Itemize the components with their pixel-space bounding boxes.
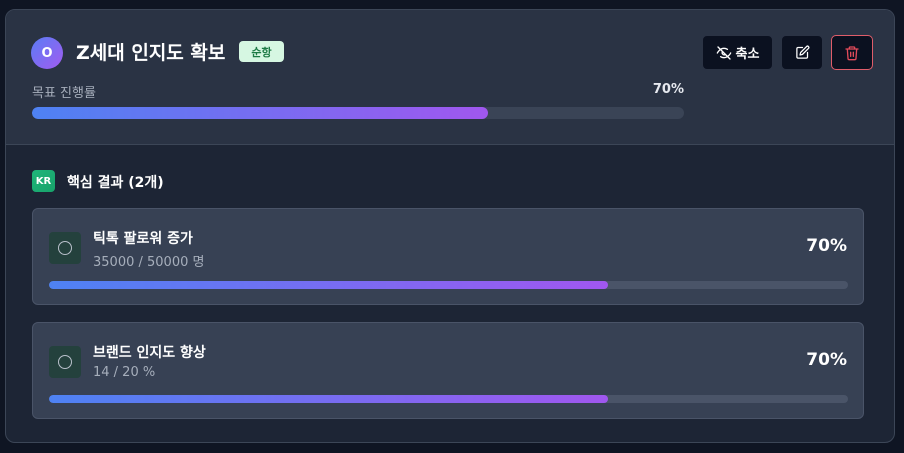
progress-label: 목표 진행률: [32, 86, 96, 101]
key-result-percent: 70%: [806, 350, 847, 370]
progress-percent: 70%: [652, 82, 684, 97]
key-results-heading: 핵심 결과 (2개): [67, 175, 164, 191]
edit-icon: [795, 45, 810, 60]
objective-progress-bar: [32, 107, 684, 119]
eye-off-icon: [716, 45, 732, 61]
circle-icon: [58, 355, 72, 369]
key-result-detail: 35000 / 50000 명: [93, 255, 205, 270]
key-result-percent: 70%: [806, 236, 847, 256]
key-result-progress-fill: [49, 395, 609, 403]
complete-toggle[interactable]: [49, 232, 81, 264]
circle-icon: [58, 241, 72, 255]
key-result-progress-fill: [49, 281, 609, 289]
edit-button[interactable]: [781, 35, 823, 70]
key-result-name: 틱톡 팔로워 증가: [93, 231, 193, 247]
key-result-progress-bar: [49, 395, 848, 403]
objective-title: Z세대 인지도 확보: [76, 42, 226, 64]
collapse-label: 축소: [735, 47, 760, 62]
key-result-progress-bar: [49, 281, 848, 289]
key-result-name: 브랜드 인지도 향상: [93, 345, 206, 361]
avatar: O: [31, 37, 63, 69]
key-result-card[interactable]: 틱톡 팔로워 증가 35000 / 50000 명 70%: [32, 208, 864, 305]
collapse-button[interactable]: 축소: [702, 35, 773, 70]
status-badge: 순항: [239, 41, 284, 62]
trash-icon: [844, 45, 860, 61]
key-result-detail: 14 / 20 %: [93, 365, 156, 380]
complete-toggle[interactable]: [49, 346, 81, 378]
kr-tag: KR: [32, 170, 55, 192]
objective-card: O Z세대 인지도 확보 순항 목표 진행률 70% 축소 KR 핵심 결과 (…: [5, 9, 895, 443]
delete-button[interactable]: [831, 35, 873, 70]
key-result-card[interactable]: 브랜드 인지도 향상 14 / 20 % 70%: [32, 322, 864, 419]
objective-header: O Z세대 인지도 확보 순항 목표 진행률 70% 축소: [6, 10, 894, 145]
objective-progress-fill: [32, 107, 489, 119]
